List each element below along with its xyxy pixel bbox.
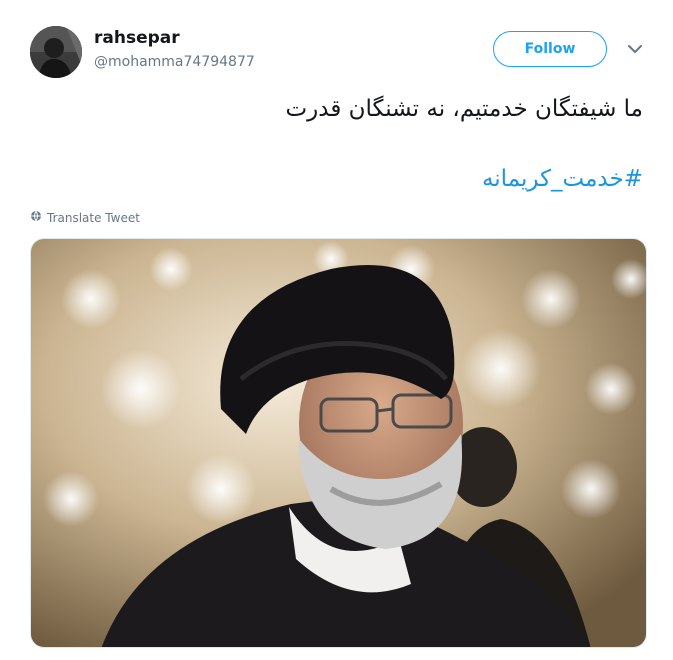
follow-button[interactable]: Follow bbox=[493, 31, 607, 67]
tweet-text: ما شیفتگان خدمتیم، نه تشنگان قدرت bbox=[285, 96, 643, 122]
tweet-photo[interactable] bbox=[30, 238, 647, 648]
avatar[interactable] bbox=[30, 26, 82, 78]
translate-tweet-link[interactable]: Translate Tweet bbox=[30, 210, 140, 225]
hashtag-link[interactable]: #خدمت_کریمانه bbox=[482, 166, 643, 192]
display-name[interactable]: rahsepar bbox=[94, 28, 180, 48]
globe-icon bbox=[30, 210, 42, 225]
user-handle: @mohamma74794877 bbox=[94, 54, 255, 70]
translate-label: Translate Tweet bbox=[47, 210, 140, 225]
chevron-down-icon[interactable] bbox=[626, 41, 644, 55]
